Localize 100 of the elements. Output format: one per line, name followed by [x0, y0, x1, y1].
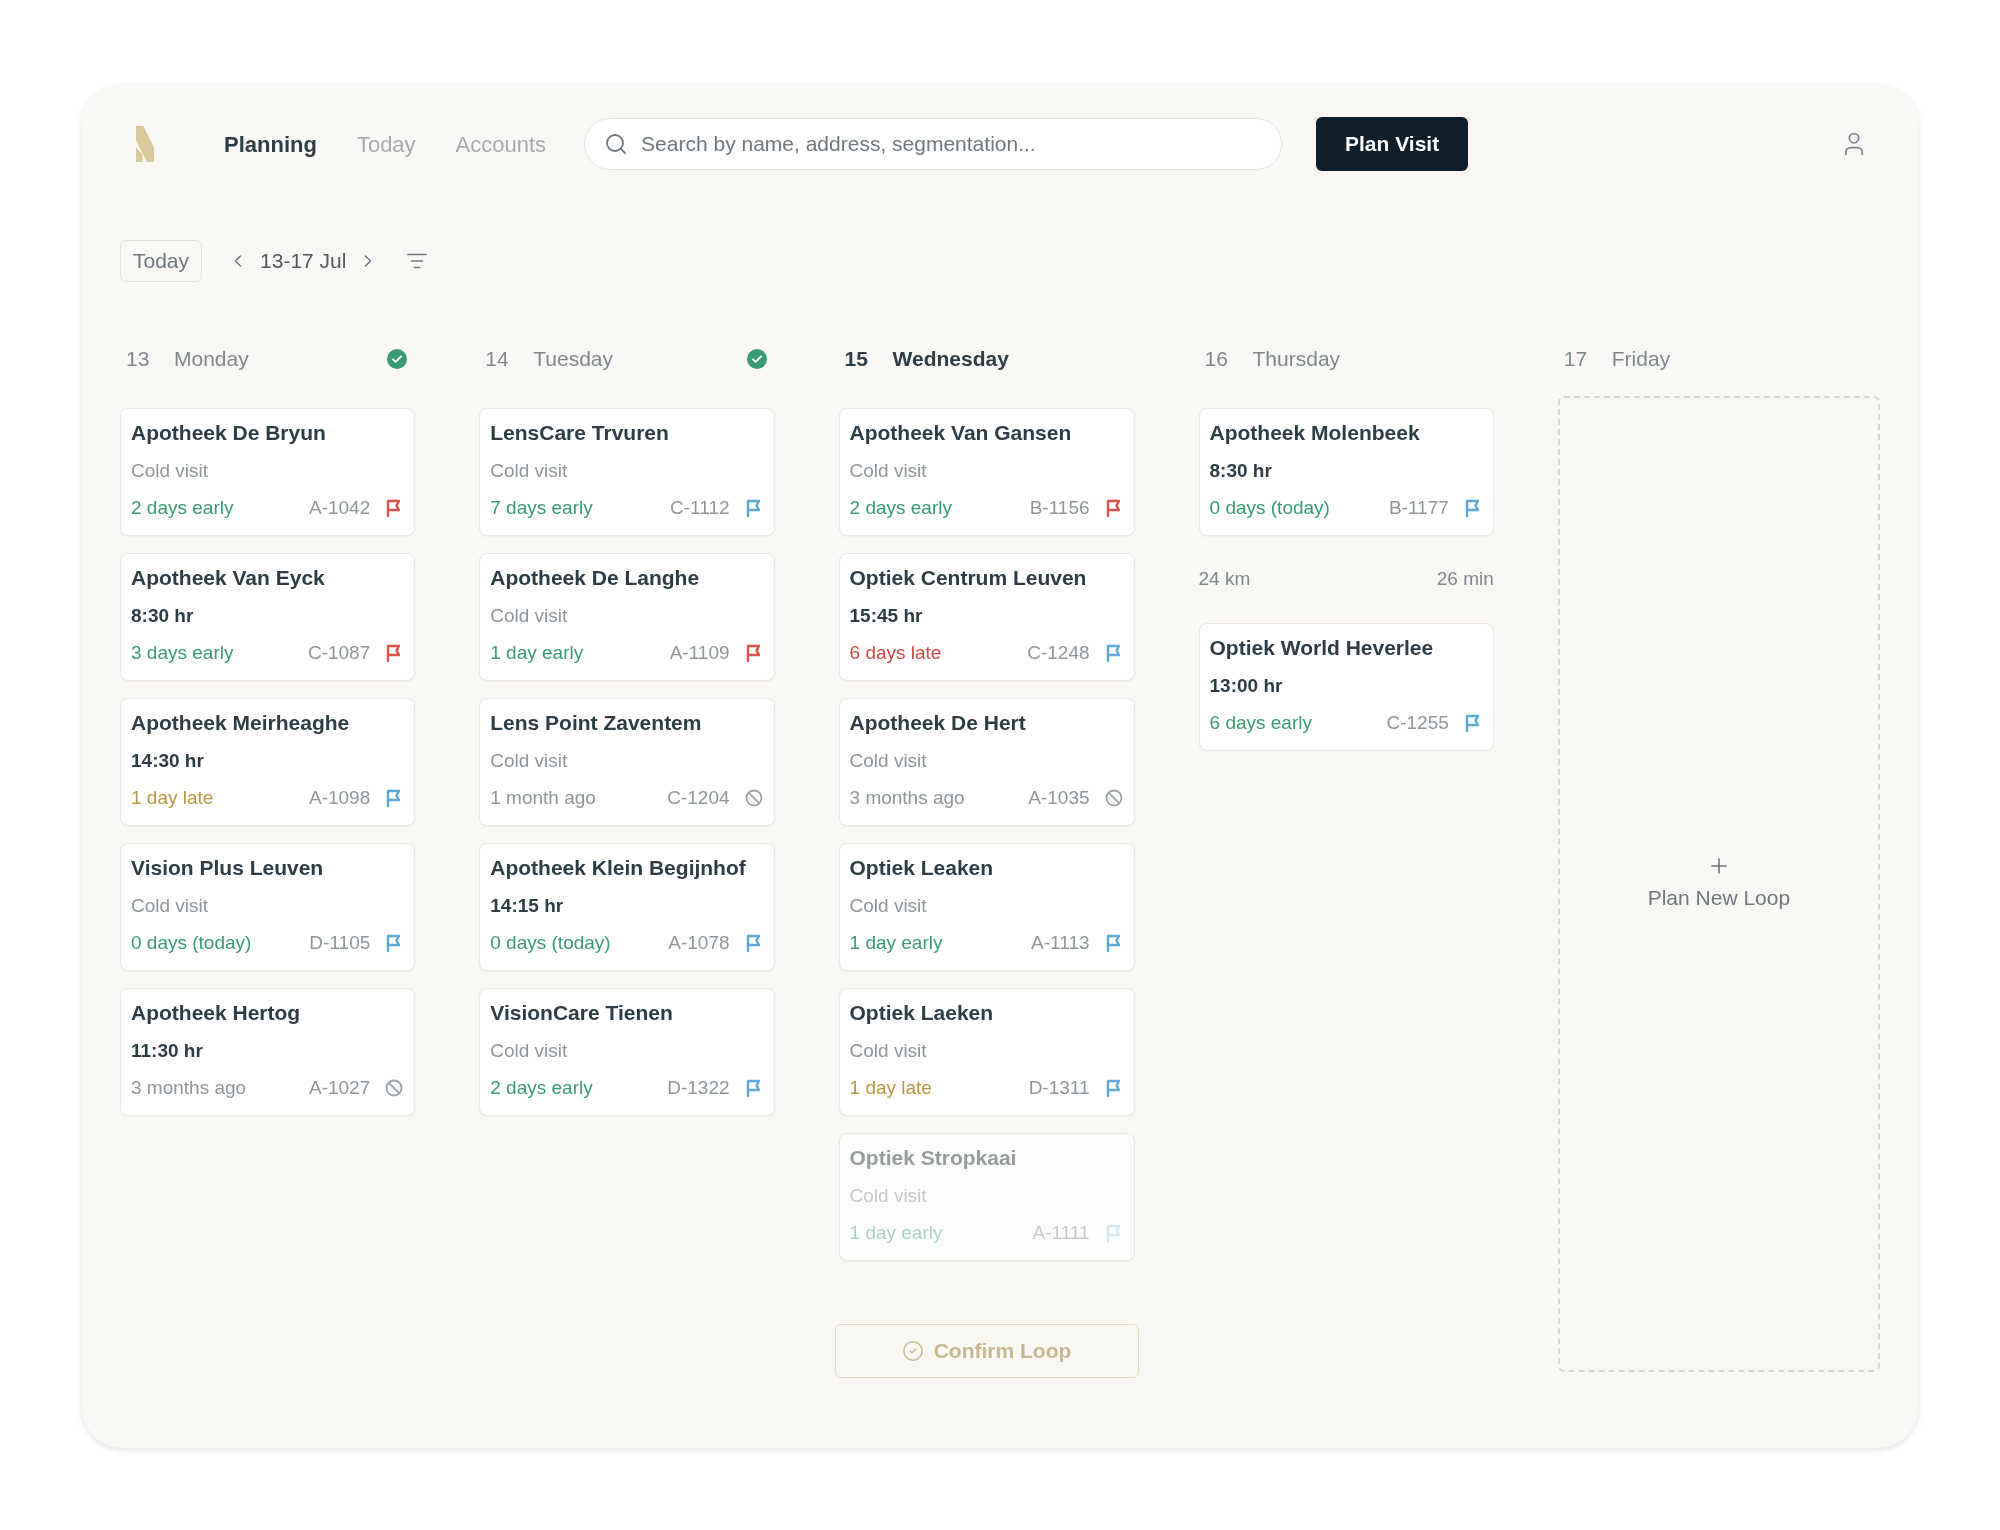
visit-type: Cold visit — [490, 604, 569, 628]
visit-status: 1 day early — [849, 1221, 943, 1245]
day-name: Wednesday — [892, 346, 1009, 373]
check-circle-icon — [901, 1340, 924, 1362]
visit-time: 11:30 hr — [131, 1039, 204, 1063]
day-number: 17 — [1563, 346, 1589, 373]
visit-card[interactable]: Apotheek Meirheaghe 14:30 hr 1 day late A-1098 — [120, 698, 416, 826]
account-name: Apotheek De Hert — [849, 710, 1027, 736]
plan-loop-dropzone[interactable]: Plan New Loop — [1557, 396, 1880, 1372]
account-name: Lens Point Zaventem — [490, 710, 703, 736]
search-icon — [604, 132, 629, 156]
visit-status: 7 days early — [490, 496, 593, 520]
route-distance: 24 km — [1198, 567, 1251, 591]
visit-type: Cold visit — [131, 894, 210, 918]
visit-status: 0 days (today) — [131, 931, 252, 955]
search-field[interactable]: Search by name, address, segmentation... — [584, 118, 1283, 170]
blocked-icon — [743, 788, 764, 808]
visit-type: Cold visit — [849, 1184, 928, 1208]
account-code: C-1112 — [670, 496, 730, 520]
visit-status: 3 months ago — [849, 786, 965, 810]
visit-status: 6 days late — [849, 641, 942, 665]
visit-time: 13:00 hr — [1209, 673, 1284, 698]
account-code: C-1255 — [1386, 710, 1449, 735]
account-name: LensCare Trvuren — [490, 420, 670, 446]
visit-card[interactable]: Apotheek Hertog 11:30 hr 3 months ago A-1027 — [120, 988, 416, 1116]
visit-status: 3 days early — [131, 641, 234, 665]
visit-status: 1 month ago — [490, 786, 596, 810]
account-name: Optiek World Heverlee — [1209, 634, 1435, 661]
visit-card[interactable]: Apotheek De Langhe Cold visit 1 day early A-1109 — [479, 553, 775, 681]
account-name: Optiek Laeken — [849, 1000, 995, 1026]
visit-card[interactable]: Apotheek Van Eyck 8:30 hr 3 days early C-1087 — [120, 553, 416, 681]
visit-status: 2 days early — [131, 496, 234, 520]
account-name: Optiek Stropkaai — [849, 1145, 1018, 1171]
account-name: Apotheek De Bryun — [131, 420, 327, 446]
visit-status: 1 day early — [849, 931, 943, 955]
visit-type: Cold visit — [490, 459, 569, 483]
visit-type: Cold visit — [490, 1039, 569, 1063]
visit-card[interactable]: VisionCare Tienen Cold visit 2 days early D-1322 — [479, 988, 775, 1116]
visit-card[interactable]: LensCare Trvuren Cold visit 7 days early C-1112 — [479, 408, 775, 536]
visit-card[interactable]: Apotheek De Hert Cold visit 3 months ago A-1035 — [838, 698, 1135, 826]
visit-card[interactable]: Lens Point Zaventem Cold visit 1 month ago C-1204 — [479, 698, 775, 826]
account-code: C-1248 — [1027, 641, 1090, 665]
account-name: Vision Plus Leuven — [131, 855, 325, 881]
visit-card[interactable]: Optiek Centrum Leuven 15:45 hr 6 days late C-1248 — [838, 553, 1135, 681]
visit-status: 1 day late — [849, 1076, 932, 1100]
logo-icon — [136, 124, 154, 164]
visit-type: Cold visit — [490, 749, 569, 773]
visit-time: 8:30 hr — [131, 604, 195, 628]
visit-card[interactable]: Optiek Laeken Cold visit 1 day late D-1311 — [838, 988, 1135, 1116]
visit-time: 14:30 hr — [131, 749, 205, 773]
visit-card[interactable]: Vision Plus Leuven Cold visit 0 days (today) D-1105 — [120, 843, 416, 971]
visit-type: Cold visit — [849, 1039, 928, 1063]
visit-status: 6 days early — [1209, 710, 1312, 735]
visit-status: 3 months ago — [131, 1076, 247, 1100]
visit-card[interactable]: Apotheek Klein Begijnhof 14:15 hr 0 days (today) A-1078 — [479, 843, 775, 971]
route-duration: 26 min — [1436, 567, 1494, 591]
visit-status: 1 day late — [131, 786, 214, 810]
account-name: Apotheek Van Eyck — [131, 565, 326, 591]
visit-status: 2 days early — [849, 496, 952, 520]
visit-card[interactable]: Apotheek De Bryun Cold visit 2 days early A-1042 — [120, 408, 416, 536]
check-icon — [746, 349, 767, 369]
visit-card[interactable]: Optiek World Heverlee 13:00 hr 6 days early C-1255 — [1198, 622, 1494, 751]
visit-time: 15:45 hr — [849, 604, 924, 628]
visit-type: Cold visit — [131, 459, 210, 483]
account-code: A-1109 — [669, 641, 730, 665]
account-code: C-1087 — [307, 641, 371, 665]
check-icon — [387, 349, 408, 369]
visit-status: 1 day early — [490, 641, 584, 665]
account-code: A-1111 — [1032, 1221, 1090, 1245]
day-name: Thursday — [1252, 346, 1341, 373]
account-code: D-1311 — [1028, 1076, 1090, 1100]
blocked-icon — [384, 1078, 405, 1098]
day-number: 14 — [485, 346, 510, 373]
account-code: A-1042 — [309, 496, 371, 520]
account-name: Optiek Leaken — [849, 855, 995, 881]
nav-tab[interactable]: Planning — [224, 127, 317, 161]
visit-type: Cold visit — [849, 459, 928, 483]
visit-card[interactable]: Apotheek Van Gansen Cold visit 2 days early B-1156 — [838, 408, 1135, 536]
account-code: A-1113 — [1031, 931, 1090, 955]
account-code: A-1027 — [309, 1076, 371, 1100]
visit-card[interactable]: Optiek Leaken Cold visit 1 day early A-1113 — [838, 843, 1135, 971]
day-number: 13 — [126, 346, 151, 373]
date-range: 13-17 Jul — [260, 248, 347, 275]
visit-type: Cold visit — [849, 749, 928, 773]
account-code: D-1105 — [309, 931, 371, 955]
visit-status: 0 days (today) — [490, 931, 611, 955]
account-code: D-1322 — [667, 1076, 730, 1100]
day-number: 15 — [844, 346, 869, 373]
today-button[interactable]: Today — [120, 240, 203, 282]
blocked-icon — [1103, 788, 1124, 808]
account-name: Apotheek Meirheaghe — [131, 710, 351, 736]
account-name: VisionCare Tienen — [490, 1000, 674, 1026]
account-name: Apotheek Hertog — [131, 1000, 302, 1026]
account-code: B-1156 — [1029, 496, 1090, 520]
day-name: Tuesday — [533, 346, 614, 373]
visit-card[interactable]: Apotheek Molenbeek 8:30 hr 0 days (today) B-1177 — [1198, 408, 1494, 536]
plan-visit-button[interactable]: Plan Visit — [1316, 117, 1469, 171]
account-name: Apotheek Klein Begijnhof — [490, 855, 747, 881]
account-code: A-1098 — [309, 786, 371, 810]
account-code: C-1204 — [667, 786, 730, 810]
